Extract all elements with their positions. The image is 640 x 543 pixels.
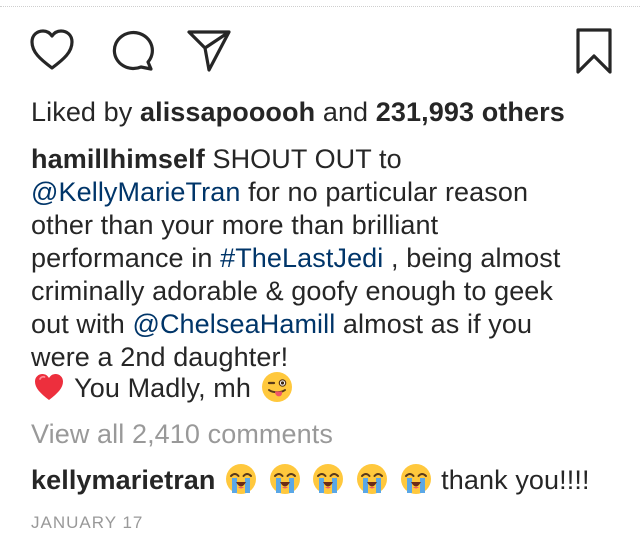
- likes-and: and: [322, 97, 369, 127]
- caption-text: out with: [31, 309, 133, 339]
- caption-text: SHOUT OUT to: [204, 144, 402, 174]
- caption-text: , being almost: [383, 243, 561, 273]
- loudly-crying-face-emoji: [356, 463, 388, 495]
- hashtag-thelastjedi-link[interactable]: #TheLastJedi: [220, 243, 383, 273]
- caption-line: You Madly, mh: [31, 371, 295, 405]
- winking-face-with-tongue-emoji: [261, 371, 293, 403]
- likes-count-link[interactable]: 231,993 others: [376, 97, 565, 127]
- caption-author-link[interactable]: hamillhimself: [31, 144, 205, 174]
- paper-plane-icon[interactable]: [185, 26, 233, 74]
- caption-text: performance in: [31, 243, 221, 273]
- caption-text: criminally adorable & goofy enough to ge…: [31, 276, 554, 306]
- action-bar: [0, 20, 640, 80]
- caption-text: other than your more than brilliant: [31, 210, 439, 240]
- loudly-crying-face-emoji: [312, 463, 344, 495]
- caption-line: other than your more than brilliant: [31, 209, 438, 242]
- caption-line: out with @ChelseaHamill almost as if you: [31, 308, 532, 341]
- bookmark-outline-icon[interactable]: [570, 26, 618, 74]
- mention-kellymarietran-link[interactable]: @KellyMarieTran: [31, 177, 240, 207]
- liker-username-link[interactable]: alissapooooh: [140, 97, 315, 127]
- caption-text: almost as if you: [335, 309, 533, 339]
- likes-prefix: Liked by: [31, 97, 133, 127]
- caption-text: for no particular reason: [240, 177, 529, 207]
- heart-outline-icon[interactable]: [28, 26, 76, 74]
- caption-line: criminally adorable & goofy enough to ge…: [31, 275, 553, 308]
- caption-text: were a 2nd daughter!: [31, 342, 289, 372]
- crying-emoji-group: [223, 463, 441, 495]
- likes-summary: Liked by alissapooooh and 231,993 others: [31, 96, 565, 129]
- caption-text: You Madly, mh: [67, 373, 259, 403]
- post-date: JANUARY 17: [31, 513, 144, 532]
- speech-bubble-icon[interactable]: [108, 26, 156, 74]
- caption-line: were a 2nd daughter!: [31, 341, 288, 374]
- red-heart-emoji: [33, 371, 65, 403]
- mention-chelseahamill-link[interactable]: @ChelseaHamill: [132, 309, 335, 339]
- loudly-crying-face-emoji: [269, 463, 301, 495]
- commenter-username-link[interactable]: kellymarietran: [31, 465, 216, 495]
- caption-line: hamillhimself SHOUT OUT to: [31, 143, 402, 176]
- comment-text: thank you!!!!: [441, 465, 590, 495]
- loudly-crying-face-emoji: [400, 463, 432, 495]
- top-divider: [0, 0, 640, 7]
- loudly-crying-face-emoji: [225, 463, 257, 495]
- comment-row: kellymarietran thank you!!!!: [31, 463, 590, 497]
- caption-line: @KellyMarieTran for no particular reason: [31, 176, 528, 209]
- view-all-comments-link[interactable]: View all 2,410 comments: [31, 418, 333, 451]
- caption-line: performance in #TheLastJedi , being almo…: [31, 242, 561, 275]
